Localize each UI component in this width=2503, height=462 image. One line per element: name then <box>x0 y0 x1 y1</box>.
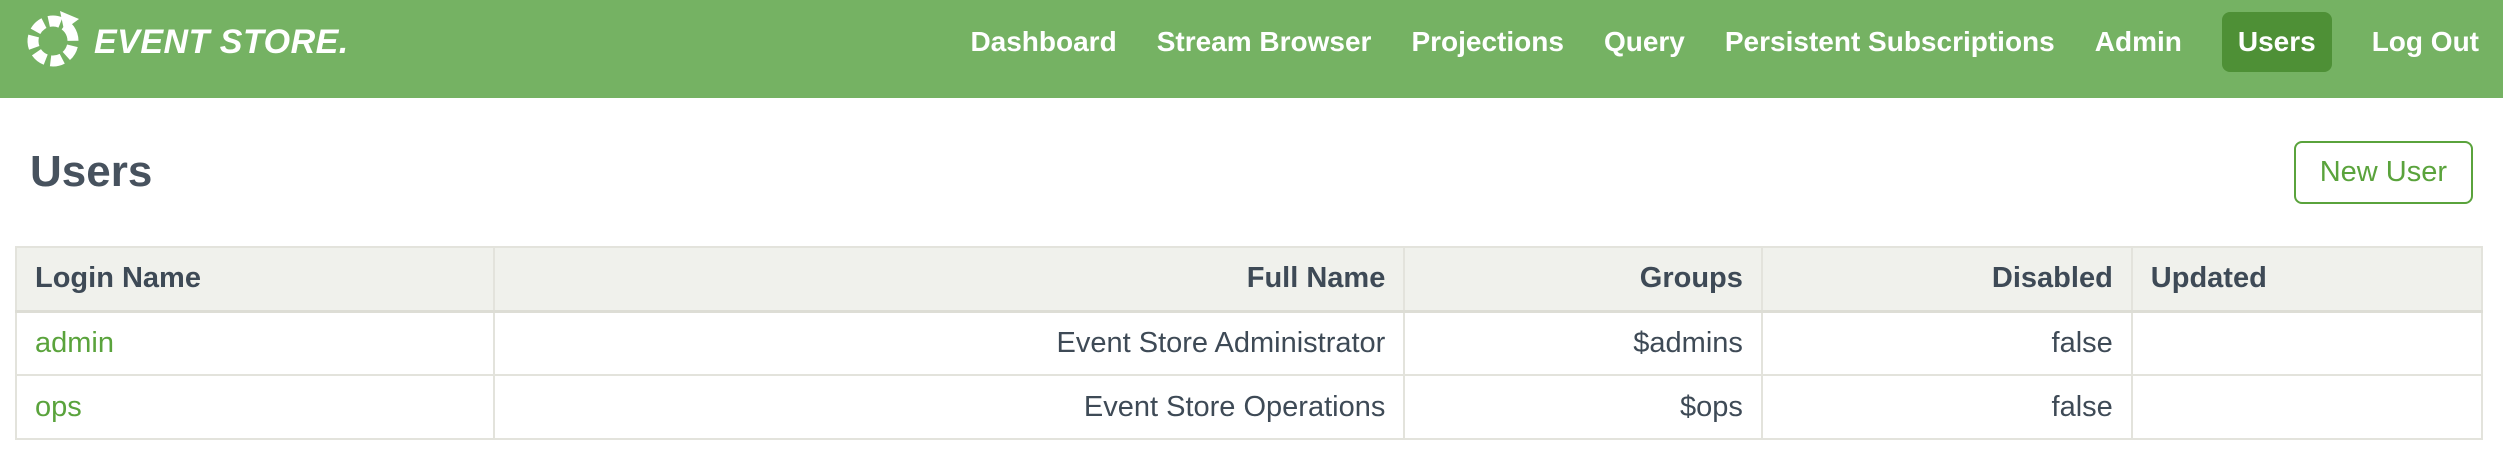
cell-login-name: ops <box>16 375 494 439</box>
nav-item-persistent-subscriptions[interactable]: Persistent Subscriptions <box>1725 26 2055 58</box>
nav-item-dashboard[interactable]: Dashboard <box>970 26 1116 58</box>
cell-updated <box>2132 375 2482 439</box>
page-header: Users New User <box>0 98 2503 246</box>
column-header-disabled: Disabled <box>1762 247 2132 311</box>
column-header-groups: Groups <box>1404 247 1762 311</box>
cell-login-name: admin <box>16 311 494 375</box>
column-header-login-name: Login Name <box>16 247 494 311</box>
top-navbar: EVENT STORE. Dashboard Stream Browser Pr… <box>0 0 2503 98</box>
brand-name: EVENT STORE. <box>94 23 349 62</box>
user-link-admin[interactable]: admin <box>35 327 114 359</box>
column-header-updated: Updated <box>2132 247 2482 311</box>
cell-disabled: false <box>1762 375 2132 439</box>
nav-item-admin[interactable]: Admin <box>2095 26 2182 58</box>
nav-item-users[interactable]: Users <box>2222 12 2332 72</box>
cell-updated <box>2132 311 2482 375</box>
main-nav: Dashboard Stream Browser Projections Que… <box>970 12 2479 72</box>
cell-full-name: Event Store Administrator <box>494 311 1404 375</box>
cell-groups: $admins <box>1404 311 1762 375</box>
page-title: Users <box>30 147 152 197</box>
nav-item-log-out[interactable]: Log Out <box>2372 26 2479 58</box>
cell-full-name: Event Store Operations <box>494 375 1404 439</box>
brand-logo[interactable]: EVENT STORE. <box>24 11 349 74</box>
nav-item-stream-browser[interactable]: Stream Browser <box>1157 26 1372 58</box>
nav-item-query[interactable]: Query <box>1604 26 1685 58</box>
user-link-ops[interactable]: ops <box>35 391 82 423</box>
cell-disabled: false <box>1762 311 2132 375</box>
table-row: admin Event Store Administrator $admins … <box>16 311 2482 375</box>
users-table: Login Name Full Name Groups Disabled Upd… <box>15 246 2483 440</box>
column-header-full-name: Full Name <box>494 247 1404 311</box>
nav-item-projections[interactable]: Projections <box>1411 26 1563 58</box>
table-header-row: Login Name Full Name Groups Disabled Upd… <box>16 247 2482 311</box>
new-user-button[interactable]: New User <box>2294 141 2473 204</box>
cell-groups: $ops <box>1404 375 1762 439</box>
table-row: ops Event Store Operations $ops false <box>16 375 2482 439</box>
event-store-cycle-icon <box>24 11 82 74</box>
